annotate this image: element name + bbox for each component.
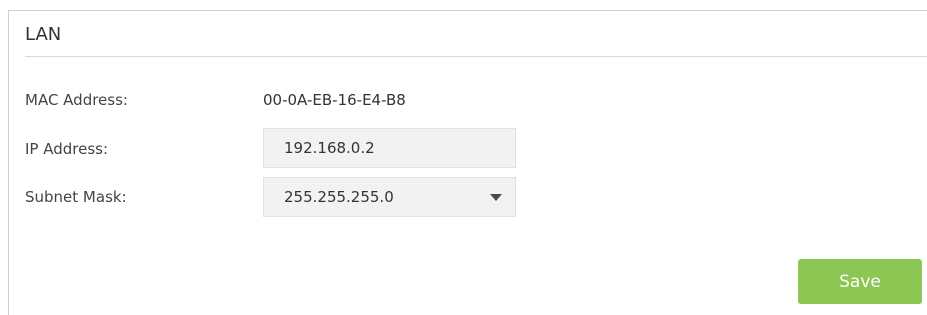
title-divider <box>25 56 927 57</box>
lan-panel: LAN MAC Address: 00-0A-EB-16-E4-B8 IP Ad… <box>8 10 927 315</box>
subnet-mask-label: Subnet Mask: <box>25 188 127 206</box>
save-button[interactable]: Save <box>798 259 922 304</box>
ip-address-label: IP Address: <box>25 140 109 158</box>
caret-down-icon <box>490 194 502 201</box>
mac-address-value: 00-0A-EB-16-E4-B8 <box>263 91 406 109</box>
ip-address-input[interactable] <box>263 128 516 168</box>
mac-address-label: MAC Address: <box>25 91 128 109</box>
subnet-mask-select[interactable]: 255.255.255.0 <box>263 177 516 217</box>
section-title: LAN <box>25 24 62 45</box>
subnet-mask-value: 255.255.255.0 <box>284 188 394 206</box>
